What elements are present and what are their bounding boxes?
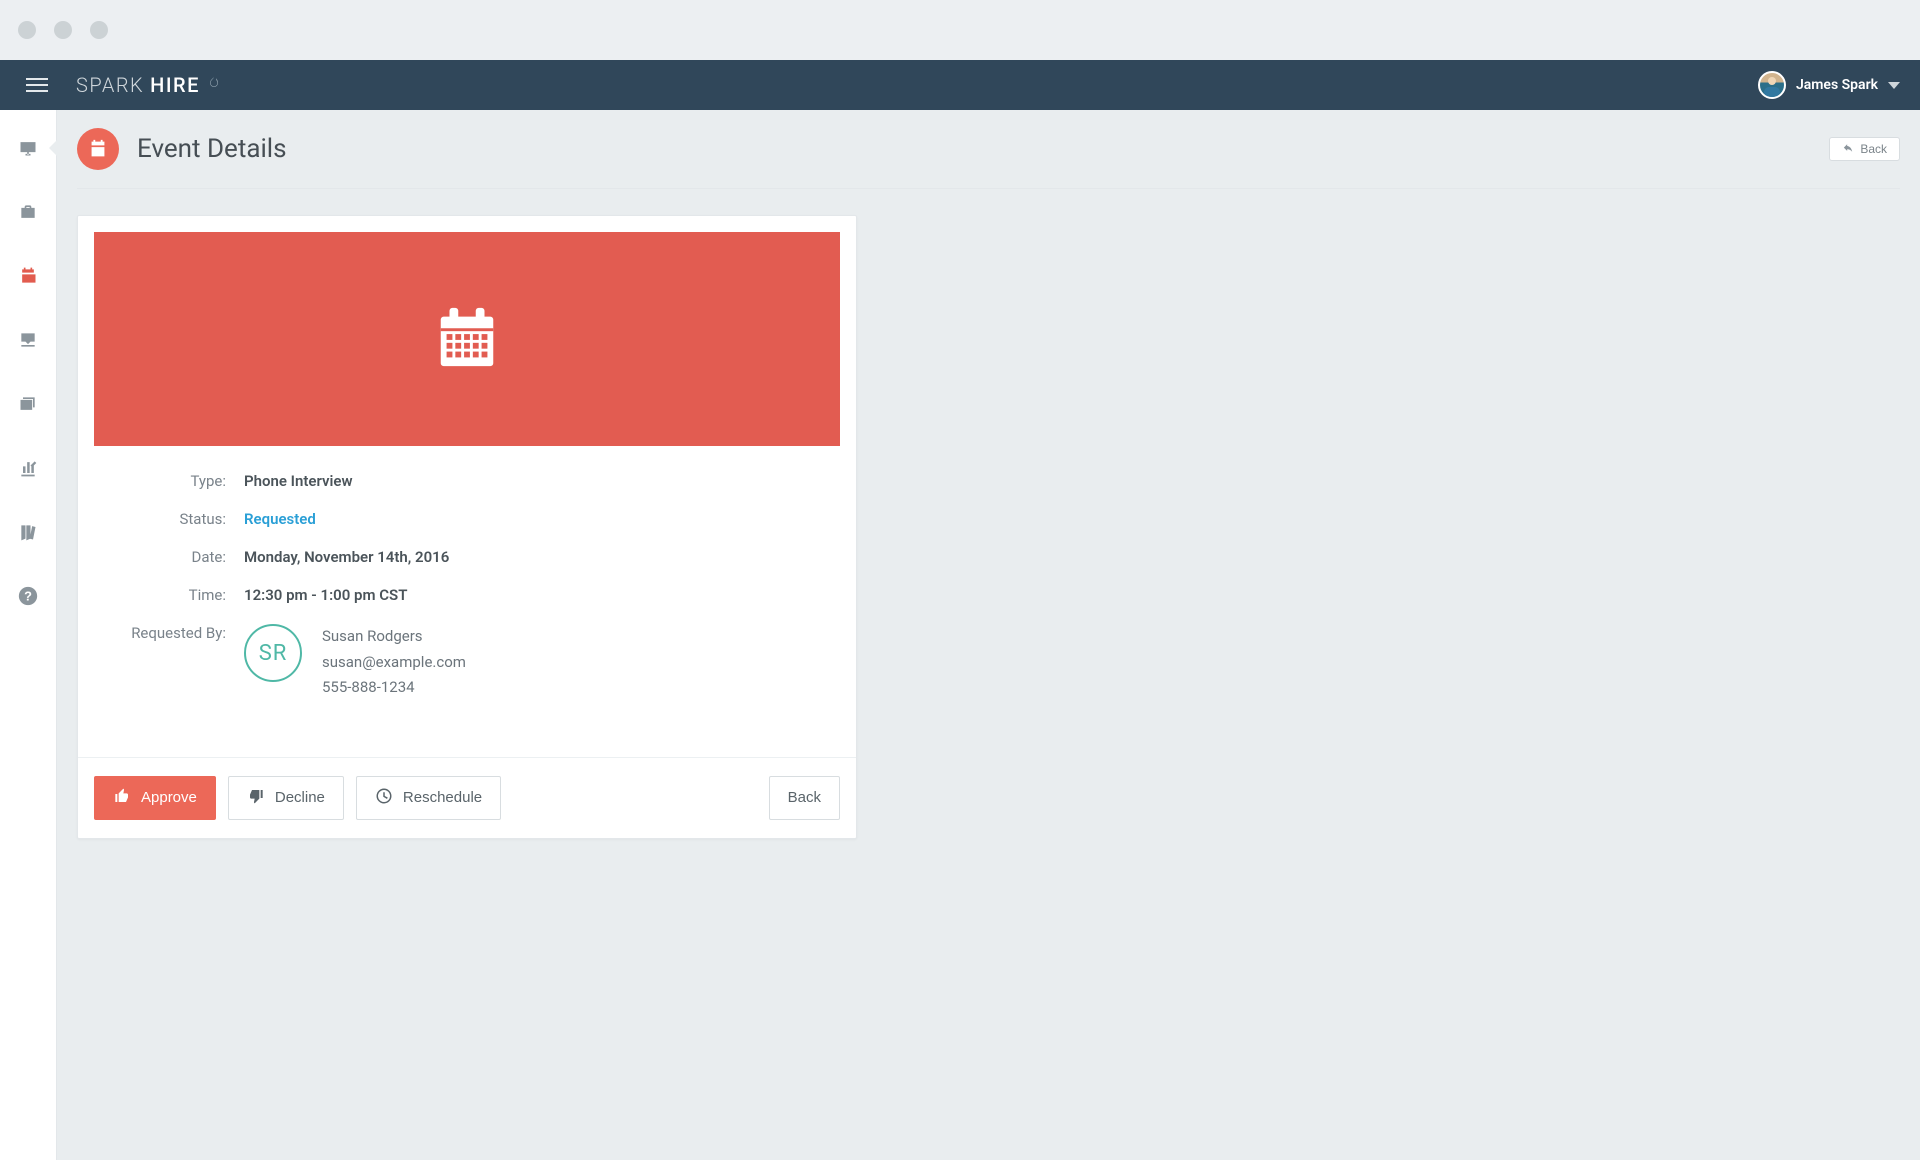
requester-info: Susan Rodgers susan@example.com 555-888-… <box>322 624 466 701</box>
page-header: Event Details Back <box>77 128 1900 189</box>
thumbs-down-icon <box>247 788 265 808</box>
requester-phone: 555-888-1234 <box>322 675 466 701</box>
detail-row-status: Status: Requested <box>118 510 816 528</box>
calendar-icon <box>77 128 119 170</box>
topbar: SPARKHIRE James Spark <box>0 60 1920 110</box>
label-type: Type: <box>118 472 226 490</box>
brand-part2: HIRE <box>150 73 200 97</box>
traffic-light-close <box>18 21 36 39</box>
sidebar-item-resources[interactable] <box>0 512 56 552</box>
back-button-top[interactable]: Back <box>1829 137 1900 161</box>
label-status: Status: <box>118 510 226 528</box>
reschedule-button[interactable]: Reschedule <box>356 776 501 820</box>
window-chrome <box>0 0 1920 60</box>
sidebar-item-jobs[interactable] <box>0 192 56 232</box>
sidebar-item-inbox[interactable] <box>0 320 56 360</box>
value-type: Phone Interview <box>244 472 353 490</box>
traffic-light-zoom <box>90 21 108 39</box>
detail-row-time: Time: 12:30 pm - 1:00 pm CST <box>118 586 816 604</box>
avatar <box>1758 71 1786 99</box>
detail-row-type: Type: Phone Interview <box>118 472 816 490</box>
content: Event Details Back <box>57 110 1920 1160</box>
user-name: James Spark <box>1796 77 1878 93</box>
approve-button[interactable]: Approve <box>94 776 216 820</box>
menu-icon[interactable] <box>20 72 54 98</box>
label-time: Time: <box>118 586 226 604</box>
calendar-hero-icon <box>432 302 502 376</box>
label-date: Date: <box>118 548 226 566</box>
chevron-down-icon <box>1888 82 1900 89</box>
requester-name: Susan Rodgers <box>322 624 466 650</box>
event-card: Type: Phone Interview Status: Requested … <box>77 215 857 839</box>
user-menu[interactable]: James Spark <box>1758 71 1900 99</box>
requester-email: susan@example.com <box>322 650 466 676</box>
sidebar-item-video[interactable] <box>0 128 56 168</box>
page-title: Event Details <box>137 134 287 164</box>
card-footer: Approve Decline Reschedule Back <box>78 757 856 838</box>
back-button-footer[interactable]: Back <box>769 776 840 820</box>
decline-label: Decline <box>275 789 325 806</box>
back-label: Back <box>788 789 821 806</box>
label-requested-by: Requested By: <box>118 624 226 642</box>
detail-row-requested-by: Requested By: SR Susan Rodgers susan@exa… <box>118 624 816 701</box>
sidebar-item-calendar[interactable] <box>0 256 56 296</box>
back-button-top-label: Back <box>1860 142 1887 156</box>
event-details: Type: Phone Interview Status: Requested … <box>78 446 856 757</box>
value-status: Requested <box>244 510 316 528</box>
decline-button[interactable]: Decline <box>228 776 344 820</box>
svg-text:?: ? <box>24 589 32 604</box>
clock-icon <box>375 787 393 809</box>
card-hero <box>94 232 840 446</box>
reply-icon <box>1842 142 1854 156</box>
approve-label: Approve <box>141 789 197 806</box>
flame-icon <box>206 74 222 97</box>
sidebar: ? <box>0 110 57 1160</box>
requester-initials: SR <box>244 624 302 682</box>
sidebar-item-help[interactable]: ? <box>0 576 56 616</box>
thumbs-up-icon <box>113 788 131 808</box>
detail-row-date: Date: Monday, November 14th, 2016 <box>118 548 816 566</box>
value-time: 12:30 pm - 1:00 pm CST <box>244 586 407 604</box>
reschedule-label: Reschedule <box>403 789 482 806</box>
sidebar-item-analytics[interactable] <box>0 448 56 488</box>
brand-part1: SPARK <box>76 73 144 97</box>
value-date: Monday, November 14th, 2016 <box>244 548 449 566</box>
traffic-light-minimize <box>54 21 72 39</box>
brand-logo[interactable]: SPARKHIRE <box>76 73 222 97</box>
sidebar-item-library[interactable] <box>0 384 56 424</box>
